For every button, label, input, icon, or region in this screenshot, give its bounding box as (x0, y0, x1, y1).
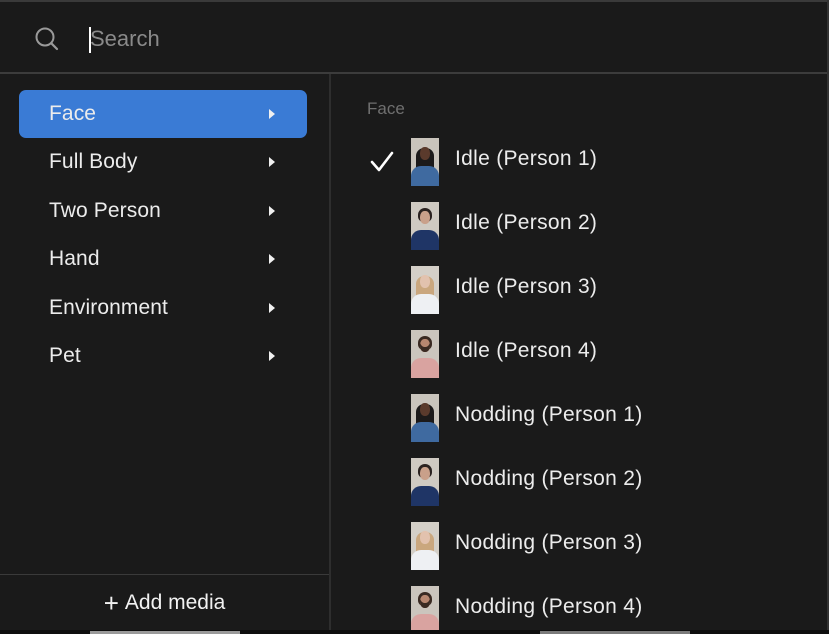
avatar-thumbnail (411, 522, 439, 570)
plus-icon: + (103, 587, 119, 618)
body-shape (411, 230, 439, 250)
chevron-right-icon (269, 254, 275, 265)
media-panel[interactable]: Face Idle (Person 1) Idle (Person 2) Idl… (331, 74, 827, 630)
search-input[interactable] (88, 22, 788, 56)
avatar-thumbnail (411, 202, 439, 250)
face-shape (420, 211, 430, 224)
chevron-right-icon (269, 302, 275, 313)
body-shape (411, 294, 439, 314)
category-label: Environment (49, 295, 168, 319)
media-item-label: Nodding (Person 1) (455, 403, 643, 426)
media-picker-popover: Face Full Body Two Person Hand Environme… (0, 0, 829, 634)
category-item-two-person[interactable]: Two Person (19, 187, 307, 236)
media-item[interactable]: Idle (Person 3) (331, 258, 827, 322)
body-shape (411, 358, 439, 378)
body-shape (411, 550, 439, 570)
avatar-thumbnail (411, 330, 439, 378)
body-shape (411, 422, 439, 442)
add-media-label: Add media (124, 590, 226, 614)
category-label: Pet (49, 344, 81, 368)
text-caret (89, 27, 91, 53)
search-bar (0, 2, 827, 72)
category-label: Hand (49, 247, 100, 271)
chevron-right-icon (269, 351, 275, 362)
media-item-label: Nodding (Person 3) (455, 531, 643, 554)
media-item[interactable]: Idle (Person 4) (331, 322, 827, 386)
media-item-label: Idle (Person 1) (455, 147, 598, 170)
chevron-right-icon (269, 109, 275, 119)
media-item-label: Idle (Person 4) (455, 339, 598, 362)
avatar-thumbnail (411, 458, 439, 506)
avatar-thumbnail (411, 138, 439, 186)
media-item[interactable]: Nodding (Person 2) (331, 450, 827, 514)
chevron-right-icon (269, 205, 275, 216)
face-shape (420, 275, 430, 288)
media-item[interactable]: Nodding (Person 3) (331, 514, 827, 578)
add-media-button[interactable]: + Add media (0, 575, 329, 630)
media-item[interactable]: Idle (Person 2) (331, 194, 827, 258)
category-item-full-body[interactable]: Full Body (19, 138, 307, 187)
category-item-hand[interactable]: Hand (19, 235, 307, 284)
media-item[interactable]: Nodding (Person 4) (331, 578, 827, 630)
media-item-label: Nodding (Person 4) (455, 595, 643, 618)
category-label: Two Person (49, 198, 161, 222)
category-item-environment[interactable]: Environment (19, 284, 307, 333)
media-item-label: Idle (Person 2) (455, 211, 598, 234)
category-item-pet[interactable]: Pet (19, 332, 307, 381)
body-shape (411, 166, 439, 186)
category-panel: Face Full Body Two Person Hand Environme… (0, 74, 329, 630)
category-list: Face Full Body Two Person Hand Environme… (19, 90, 307, 381)
checkmark-icon (370, 151, 394, 172)
category-item-face[interactable]: Face (19, 90, 307, 138)
avatar-thumbnail (411, 586, 439, 630)
avatar-thumbnail (411, 394, 439, 442)
face-shape (420, 403, 430, 416)
section-title: Face (367, 99, 405, 118)
media-item[interactable]: Nodding (Person 1) (331, 386, 827, 450)
face-shape (420, 147, 430, 160)
media-item[interactable]: Idle (Person 1) (331, 130, 827, 194)
category-label: Full Body (49, 150, 138, 174)
face-shape (420, 595, 430, 608)
face-shape (420, 531, 430, 544)
face-shape (420, 467, 430, 480)
chevron-right-icon (269, 157, 275, 168)
media-item-label: Idle (Person 3) (455, 275, 598, 298)
search-icon (35, 27, 59, 51)
body-shape (411, 614, 439, 630)
media-item-label: Nodding (Person 2) (455, 467, 643, 490)
bottom-border (0, 630, 829, 634)
category-label: Face (49, 102, 97, 125)
face-shape (420, 339, 430, 352)
avatar-thumbnail (411, 266, 439, 314)
media-list: Idle (Person 1) Idle (Person 2) Idle (Pe… (331, 130, 827, 630)
body-shape (411, 486, 439, 506)
